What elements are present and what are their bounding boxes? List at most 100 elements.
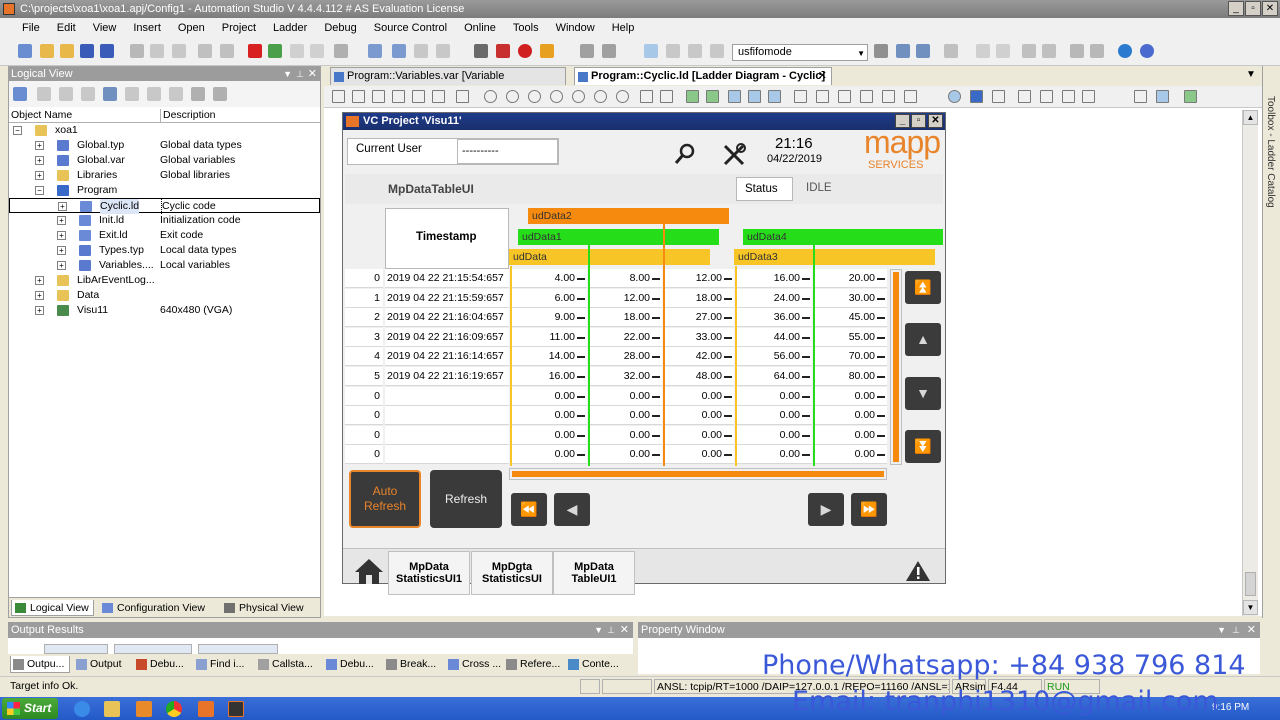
copy-icon[interactable] (150, 44, 164, 58)
minimize-button[interactable]: _ (1228, 1, 1244, 16)
grid3-icon[interactable] (768, 90, 781, 103)
media-icon[interactable] (136, 701, 152, 717)
coil-icon[interactable] (484, 90, 497, 103)
flag2-icon[interactable] (992, 90, 1005, 103)
tree-item-global-typ[interactable]: + Global.typ Global data types (9, 138, 320, 153)
output-content[interactable] (8, 638, 633, 654)
redo-icon[interactable] (220, 44, 234, 58)
menu-tools[interactable]: Tools (505, 22, 548, 34)
lv-tool-icon[interactable] (213, 87, 227, 101)
up-icon[interactable] (1022, 44, 1036, 58)
explorer-icon[interactable] (104, 701, 120, 717)
toolbox-label[interactable]: Toolbox - Ladder Catalog (1265, 96, 1276, 208)
warm-restart-icon[interactable] (540, 44, 554, 58)
insert-network-icon[interactable] (706, 90, 719, 103)
folder-icon[interactable] (60, 44, 74, 58)
contact-icon[interactable] (432, 90, 445, 103)
lv-tool-icon[interactable] (191, 87, 205, 101)
return-icon[interactable] (660, 90, 673, 103)
last-page-button[interactable]: ⏩ (851, 493, 887, 526)
grid2-icon[interactable] (748, 90, 761, 103)
warning-icon[interactable] (905, 560, 931, 582)
tool2-icon[interactable] (436, 44, 450, 58)
tab-list-icon[interactable]: ▼ (1246, 69, 1256, 80)
uncomment-icon[interactable] (688, 44, 702, 58)
step2-icon[interactable] (896, 44, 910, 58)
tab-find[interactable]: Find i... (194, 656, 244, 673)
dropdown-icon[interactable]: ▼ (1217, 622, 1226, 638)
menu-help[interactable]: Help (604, 22, 644, 34)
page-top-button[interactable]: ⏫ (905, 271, 941, 304)
close-panel-icon[interactable]: ✕ (1247, 622, 1256, 638)
tab-references[interactable]: Refere... (504, 656, 560, 673)
toolbox-catalog-strip[interactable]: Toolbox - Ladder Catalog (1262, 66, 1280, 618)
tab-content[interactable]: Conte... (566, 656, 619, 673)
remove-icon[interactable] (1090, 44, 1104, 58)
coil-icon[interactable] (506, 90, 519, 103)
tree-item-libraries[interactable]: + Libraries Global libraries (9, 168, 320, 183)
page-down-button[interactable]: ▼ (905, 377, 941, 410)
monitor-icon[interactable] (368, 44, 382, 58)
tab-callstack[interactable]: Callsta... (256, 656, 313, 673)
lv-tool-icon[interactable] (103, 87, 117, 101)
page-bottom-button[interactable]: ⏬ (905, 430, 941, 463)
menu-edit[interactable]: Edit (49, 22, 85, 34)
search-icon[interactable] (474, 44, 488, 58)
flag-icon[interactable] (970, 90, 983, 103)
build-icon[interactable] (310, 44, 324, 58)
dropdown-icon[interactable]: ▼ (594, 622, 603, 638)
close-button[interactable]: ✕ (1262, 1, 1278, 16)
delete-icon[interactable] (248, 44, 262, 58)
menu-open[interactable]: Open (170, 22, 214, 34)
ie-icon[interactable] (74, 701, 90, 717)
expand-icon[interactable]: + (35, 141, 44, 150)
expand-icon[interactable]: + (57, 246, 66, 255)
collapse-icon[interactable]: − (35, 186, 44, 195)
tree2-icon[interactable] (996, 44, 1010, 58)
tab-breakpoints[interactable]: Break... (384, 656, 436, 673)
function-block-icon[interactable] (838, 90, 851, 103)
footer-statistics-button[interactable]: MpDgta StatisticsUI (471, 551, 553, 595)
coil-icon[interactable] (594, 90, 607, 103)
cut-icon[interactable] (130, 44, 144, 58)
menu-window[interactable]: Window (548, 22, 604, 34)
refresh-button[interactable]: Refresh (430, 470, 502, 528)
options-icon[interactable] (334, 44, 348, 58)
save-all-icon[interactable] (100, 44, 114, 58)
next-page-button[interactable]: ▶ (808, 493, 844, 526)
lv-tool-icon[interactable] (147, 87, 161, 101)
step-icon[interactable] (874, 44, 888, 58)
tree-item-global-var[interactable]: + Global.var Global variables (9, 153, 320, 168)
tab-cross-ref[interactable]: Cross ... (446, 656, 501, 673)
tree-icon[interactable] (976, 44, 990, 58)
scroll-thumb[interactable] (1245, 572, 1256, 596)
contact-icon[interactable] (412, 90, 425, 103)
expand-icon[interactable]: + (58, 202, 67, 211)
undo-icon[interactable] (198, 44, 212, 58)
expand-icon[interactable]: + (35, 171, 44, 180)
comment-icon[interactable] (666, 44, 680, 58)
help-icon[interactable] (1140, 44, 1154, 58)
footer-statistics1-button[interactable]: MpData StatisticsUI1 (388, 551, 470, 595)
col-object-name[interactable]: Object Name (11, 109, 72, 122)
scroll-down-icon[interactable]: ▼ (1243, 600, 1258, 615)
step3-icon[interactable] (916, 44, 930, 58)
tab-debug2[interactable]: Debu... (324, 656, 374, 673)
auto-refresh-button[interactable]: Auto Refresh (349, 470, 421, 528)
search-icon[interactable] (673, 142, 697, 166)
lv-tool-icon[interactable] (125, 87, 139, 101)
globe-icon[interactable] (1118, 44, 1132, 58)
table-vscroll[interactable] (890, 269, 902, 465)
chrome-icon[interactable] (166, 701, 182, 717)
branch3-icon[interactable] (1062, 90, 1075, 103)
bookmark-icon[interactable] (710, 44, 724, 58)
lv-tool-icon[interactable] (81, 87, 95, 101)
add-icon[interactable] (1070, 44, 1084, 58)
menu-debug[interactable]: Debug (316, 22, 365, 34)
add-network-icon[interactable] (686, 90, 699, 103)
jump-icon[interactable] (640, 90, 653, 103)
scroll-up-icon[interactable]: ▲ (1243, 110, 1258, 125)
lv-tool-icon[interactable] (59, 87, 73, 101)
lv-tool-icon[interactable] (169, 87, 183, 101)
pin-icon[interactable]: ⊥ (607, 622, 615, 638)
